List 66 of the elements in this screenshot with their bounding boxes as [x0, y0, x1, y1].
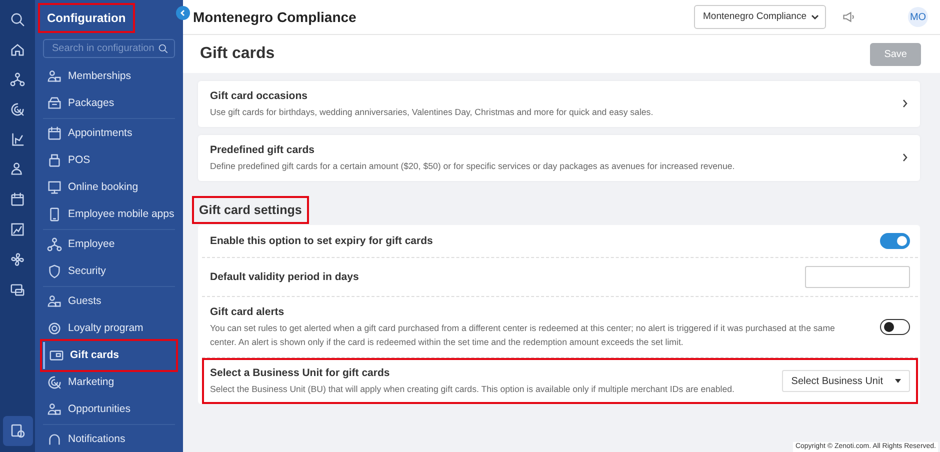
people-icon — [47, 402, 62, 417]
chart-icon — [10, 132, 25, 146]
fan-icon — [10, 252, 25, 266]
business-unit-select[interactable]: Select Business Unit — [782, 370, 910, 392]
phone-icon — [47, 207, 62, 222]
report-icon — [10, 222, 25, 236]
card-title: Predefined gift cards — [210, 142, 316, 158]
megaphone-icon[interactable] — [842, 10, 856, 24]
people-icon — [47, 294, 62, 309]
target-icon — [47, 375, 62, 390]
sidebar-item[interactable]: Notifications — [43, 426, 175, 452]
sidebar-item[interactable]: Gift cards — [43, 342, 175, 369]
card-description: Define predefined gift cards for a certain amount ($20, $50) or for specific services or day packages as avenues for increased revenue. — [210, 160, 735, 173]
monitor-icon — [47, 180, 62, 195]
sidebar-item[interactable]: Online booking — [43, 174, 175, 201]
caret-icon — [895, 379, 901, 384]
chevron-right-icon — [902, 153, 908, 162]
settings-link-card[interactable]: Predefined gift cards Define predefined gift cards for a certain amount ($20, $50) or for specific services or day packages as avenues for increased revenue. — [198, 134, 920, 181]
badge-icon — [47, 321, 62, 336]
chevron-down-icon — [811, 14, 819, 20]
section-heading: Gift card settings — [195, 198, 306, 222]
user-avatar[interactable]: MO — [908, 7, 928, 27]
toggle-switch[interactable] — [880, 319, 910, 336]
page-title: Gift cards — [200, 44, 275, 64]
register-icon — [47, 153, 62, 168]
home-icon — [10, 42, 25, 56]
sidebar-item[interactable]: POS — [43, 147, 175, 174]
search-icon — [10, 12, 25, 26]
setting-title: Default validity period in days — [210, 270, 359, 284]
sidebar-item[interactable]: Appointments — [43, 120, 175, 147]
person-icon — [10, 162, 25, 176]
settings-link-card[interactable]: Gift card occasions Use gift cards for birthdays, wedding anniversaries, Valentines Day, Christmas and more for quick and easy sales. — [198, 81, 920, 127]
setting-description: You can set rules to get alerted when a gift card purchased from a different center is redeemed at this center; no alert is triggered if it was purchased at the same center. An alert is shown only if the card is redeemed within the set time and the redemption amount exceeds the set limit. — [210, 322, 836, 350]
setting-title: Select a Business Unit for gift cards — [210, 366, 391, 382]
sidebar-item[interactable]: Guests — [43, 288, 175, 315]
toggle-switch[interactable] — [880, 233, 910, 250]
org-chart-icon — [47, 237, 62, 252]
sidebar-item[interactable]: Employee mobile apps — [43, 201, 175, 228]
sidebar-item[interactable]: Employee — [43, 231, 175, 258]
sidebar-item[interactable]: Memberships — [43, 63, 175, 90]
organization-select[interactable]: Montenegro Compliance — [694, 5, 826, 29]
setting-description: Select the Business Unit (BU) that will apply when creating gift cards. This option is available only if multiple merchant IDs are enabled. — [210, 383, 734, 396]
sidebar-item[interactable]: Opportunities — [43, 396, 175, 423]
sidebar-item[interactable]: Loyalty program — [43, 315, 175, 342]
card-description: Use gift cards for birthdays, wedding anniversaries, Valentines Day, Christmas and more for quick and easy sales. — [210, 106, 654, 119]
sidebar-title: Configuration — [41, 6, 132, 30]
chevron-right-icon — [902, 99, 908, 108]
calendar-icon — [47, 126, 62, 141]
search-field[interactable]: Search in configuration — [43, 39, 175, 58]
organization-name: Montenegro Compliance — [193, 8, 356, 27]
gift-card-icon — [49, 348, 64, 363]
input-field[interactable] — [805, 266, 910, 288]
package-icon — [47, 96, 62, 111]
sidebar-item[interactable]: Marketing — [43, 369, 175, 396]
sidebar-item[interactable]: Security — [43, 258, 175, 285]
setting-title: Enable this option to set expiry for gift cards — [210, 234, 433, 248]
people-icon — [47, 69, 62, 84]
search-icon — [158, 43, 168, 54]
sidebar-item[interactable]: Packages — [43, 90, 175, 117]
target-icon — [10, 102, 25, 116]
shield-icon — [47, 264, 62, 279]
card-title: Gift card occasions — [210, 89, 308, 104]
calendar-icon — [10, 192, 25, 206]
settings-button[interactable] — [2, 416, 32, 446]
setting-title: Gift card alerts — [210, 305, 286, 320]
org-chart-icon — [10, 72, 25, 86]
